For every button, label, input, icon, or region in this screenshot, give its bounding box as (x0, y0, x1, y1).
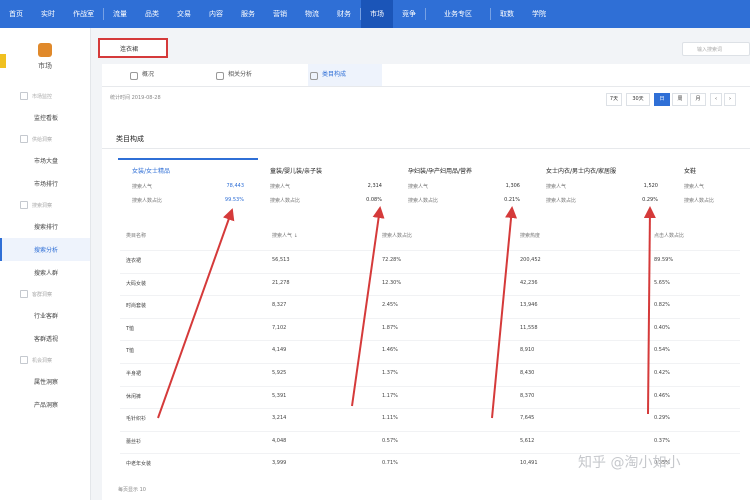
annotation-arrows (157, 206, 656, 419)
annotation-arrow (157, 208, 235, 419)
annotation-arrow (351, 206, 385, 407)
page-size-selector[interactable]: 每页显示 10 (118, 486, 146, 493)
watermark: 知乎 @淘小如小 (578, 455, 681, 471)
annotation-arrow (643, 206, 656, 415)
annotation-arrow (491, 206, 518, 419)
